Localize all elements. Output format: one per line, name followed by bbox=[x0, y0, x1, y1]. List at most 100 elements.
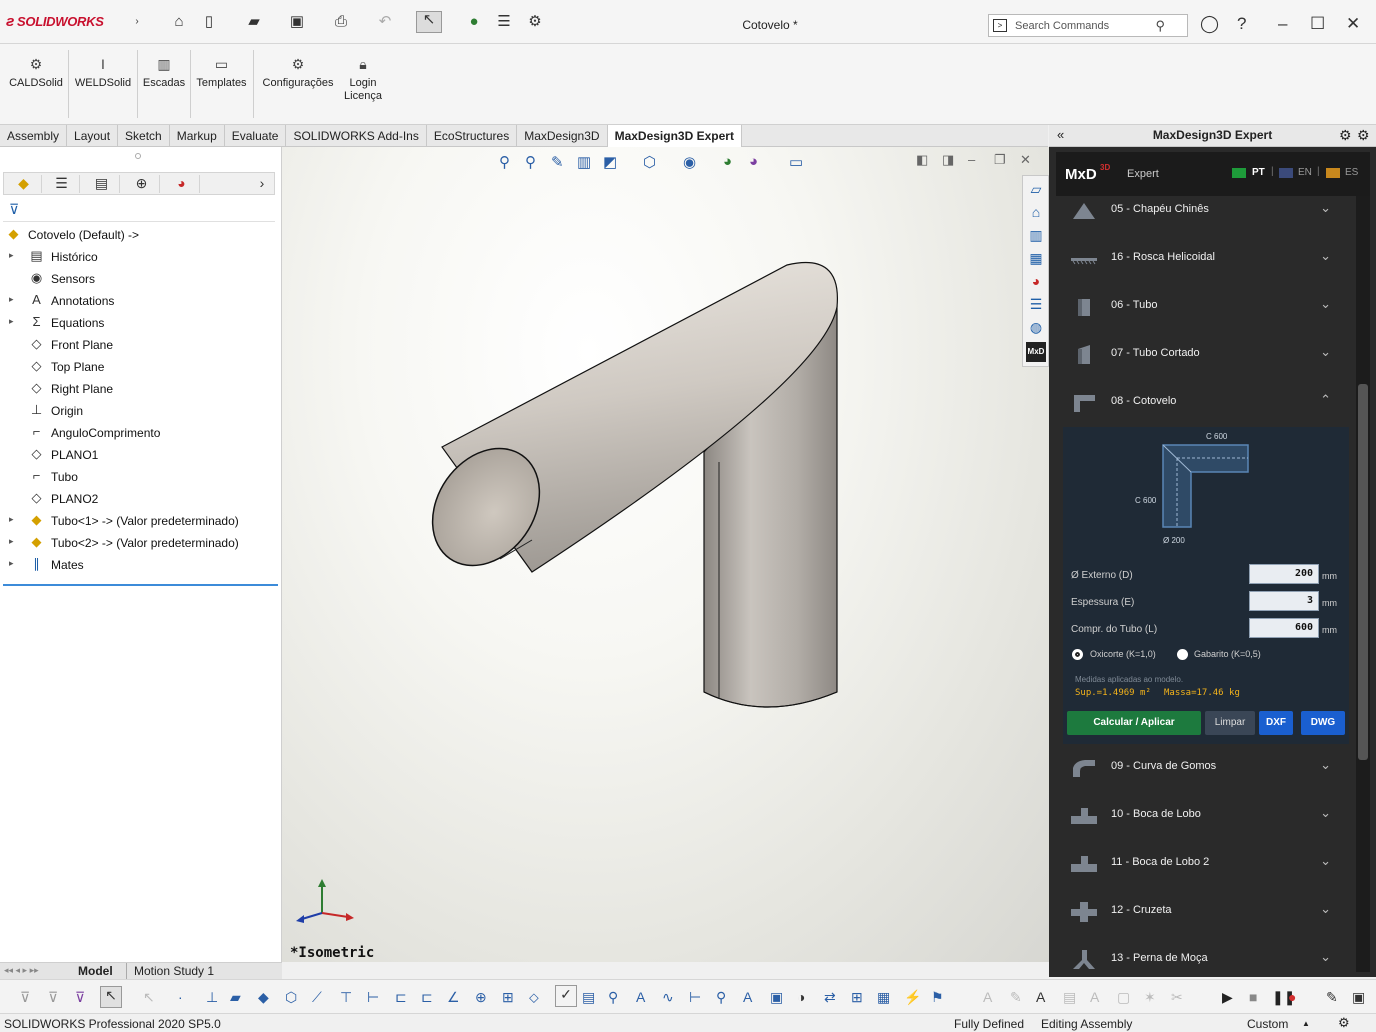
measure-icon[interactable]: ⊢ bbox=[689, 989, 701, 1006]
maxdesign3d-tab-icon[interactable]: MxD bbox=[1026, 342, 1046, 362]
tree-item[interactable]: ▸ ◆ Tubo<2> -> (Valor predeterminado) bbox=[0, 532, 276, 554]
stop-icon[interactable]: ■ bbox=[1249, 989, 1257, 1005]
scrollbar-thumb[interactable] bbox=[1358, 384, 1368, 760]
tree-item[interactable]: ▸ ◆ Tubo<1> -> (Valor predeterminado) bbox=[0, 510, 276, 532]
chevron-right-icon[interactable]: › bbox=[252, 175, 272, 193]
caldsolid-button[interactable]: ⚙ CALDSolid bbox=[8, 57, 64, 90]
home-icon[interactable]: ⌂ bbox=[1026, 202, 1046, 222]
templates-button[interactable]: ▭ Templates bbox=[194, 57, 249, 90]
units-arrow-icon[interactable]: ▲ bbox=[1302, 1019, 1310, 1028]
minimize-icon[interactable]: – bbox=[1278, 14, 1287, 34]
graphics-viewport[interactable]: ⚲ ⚲ ✎ ▥ ◩ ⬡ ◉ ◕ ◕ ▭ ◧ ◨ – ❐ ✕ bbox=[282, 147, 1049, 962]
select-icon[interactable]: ↖ bbox=[100, 986, 122, 1008]
layout-icon[interactable]: ⊞ bbox=[851, 989, 863, 1006]
brazil-flag-icon[interactable] bbox=[1232, 168, 1246, 178]
pane-settings-icon[interactable]: ⚙ bbox=[1339, 127, 1352, 144]
tree-item[interactable]: ◇ PLANO1 bbox=[0, 444, 276, 466]
tab-markup[interactable]: Markup bbox=[170, 125, 225, 147]
options-gear-icon[interactable]: ⚙ bbox=[526, 14, 544, 30]
dimension-icon[interactable]: ⊢ bbox=[367, 989, 379, 1006]
tab-sketch[interactable]: Sketch bbox=[118, 125, 170, 147]
accordion-item-cotovelo[interactable]: 08 - Cotovelo ⌃ bbox=[1063, 380, 1349, 426]
diameter-input[interactable]: 200 bbox=[1249, 564, 1319, 584]
tree-item[interactable]: ⌐ AnguloComprimento bbox=[0, 422, 276, 444]
plane-icon[interactable]: ▰ bbox=[230, 989, 241, 1006]
rebuild-status-icon[interactable]: ⚙ bbox=[1338, 1015, 1350, 1031]
tab-maxdesign3d-expert[interactable]: MaxDesign3D Expert bbox=[607, 125, 742, 147]
spain-flag-icon[interactable] bbox=[1326, 168, 1340, 178]
record-icon[interactable]: ● bbox=[1288, 989, 1296, 1005]
accordion-item[interactable]: 05 - Chapéu Chinês ⌄ bbox=[1063, 188, 1349, 234]
select-other-icon[interactable]: ↖ bbox=[143, 989, 155, 1006]
accordion-item[interactable]: 16 - Rosca Helicoidal ⌄ bbox=[1063, 236, 1349, 282]
tree-rollback-bar[interactable] bbox=[3, 584, 278, 586]
expand-arrow-icon[interactable]: ▸ bbox=[9, 316, 14, 327]
tree-item[interactable]: ◇ Top Plane bbox=[0, 356, 276, 378]
expand-arrow-icon[interactable]: ▸ bbox=[9, 514, 14, 525]
grid-icon[interactable]: ▦ bbox=[877, 989, 890, 1006]
length-input[interactable]: 600 bbox=[1249, 618, 1319, 638]
weldsolid-button[interactable]: I WELDSolid bbox=[72, 57, 134, 90]
tree-item[interactable]: ◉ Sensors bbox=[0, 268, 276, 290]
tree-item[interactable]: ◇ Right Plane bbox=[0, 378, 276, 400]
print-icon[interactable]: ⎙ bbox=[332, 14, 350, 30]
home-icon[interactable]: ⌂ bbox=[170, 14, 188, 30]
property-manager-tab-icon[interactable]: ☰ bbox=[44, 175, 80, 193]
accordion-item[interactable]: 10 - Boca de Lobo ⌄ bbox=[1063, 793, 1349, 839]
open-icon[interactable]: ▰ bbox=[245, 14, 263, 30]
curvature-icon[interactable]: ∿ bbox=[662, 989, 674, 1006]
lang-es[interactable]: ES bbox=[1345, 167, 1358, 178]
balloon-disabled-icon[interactable]: ▢ bbox=[1117, 989, 1130, 1006]
fit-icon[interactable]: ⚲ bbox=[716, 989, 726, 1006]
accordion-item[interactable]: 13 - Perna de Moça ⌄ bbox=[1063, 937, 1349, 983]
annotation-icon[interactable]: A bbox=[636, 989, 645, 1005]
stack-disabled-icon[interactable]: ✶ bbox=[1144, 989, 1156, 1006]
text-disabled-icon[interactable]: A bbox=[983, 989, 992, 1005]
radio-gabarito[interactable] bbox=[1177, 649, 1188, 660]
tab-ecostructures[interactable]: EcoStructures bbox=[427, 125, 518, 147]
accordion-item[interactable]: 06 - Tubo ⌄ bbox=[1063, 284, 1349, 330]
vertex-icon[interactable]: ⊤ bbox=[340, 989, 352, 1006]
tree-item[interactable]: ◇ Front Plane bbox=[0, 334, 276, 356]
sketch-point-icon[interactable]: ⊏ bbox=[421, 989, 433, 1006]
elbow-3d-model[interactable] bbox=[282, 147, 1049, 962]
expand-arrow-icon[interactable]: ▸ bbox=[9, 558, 14, 569]
sketch-segment-icon[interactable]: ⊏ bbox=[395, 989, 407, 1006]
chevron-up-icon[interactable]: ⌃ bbox=[1320, 392, 1331, 408]
edge-icon[interactable]: ⟋ bbox=[312, 989, 322, 1006]
chevron-down-icon[interactable]: ⌄ bbox=[1320, 757, 1331, 773]
face-icon[interactable]: ◆ bbox=[258, 989, 269, 1006]
save-icon[interactable]: ▣ bbox=[288, 14, 306, 30]
configuration-manager-tab-icon[interactable]: ▤ bbox=[84, 175, 120, 193]
search-commands-box[interactable]: > Search Commands ⚲ bbox=[988, 14, 1188, 37]
tab-assembly[interactable]: Assembly bbox=[0, 125, 68, 147]
undo-icon[interactable]: ↶ bbox=[376, 14, 394, 30]
solidworks-logo[interactable]: ƨ SOLIDWORKS bbox=[6, 13, 104, 30]
dimension-disabled-icon[interactable]: A bbox=[1090, 989, 1099, 1005]
chevron-down-icon[interactable]: ⌄ bbox=[1320, 949, 1331, 965]
select-icon[interactable]: ↖ bbox=[416, 11, 442, 33]
filter-toggle-icon[interactable]: ⊽ bbox=[48, 989, 58, 1006]
tangent-icon[interactable]: ∠ bbox=[447, 989, 460, 1006]
accordion-item[interactable]: 07 - Tubo Cortado ⌄ bbox=[1063, 332, 1349, 378]
pane-scrollbar[interactable] bbox=[1356, 196, 1370, 972]
split-icon[interactable]: ⇄ bbox=[824, 989, 836, 1006]
configuracoes-button[interactable]: ⚙ Configurações bbox=[258, 57, 338, 90]
sensor-icon[interactable]: ⚡ bbox=[904, 989, 921, 1006]
tree-item[interactable]: ▸ ▤ Histórico bbox=[0, 246, 276, 268]
zoom-icon[interactable]: ⚲ bbox=[608, 989, 618, 1006]
chevron-down-icon[interactable]: ⌄ bbox=[1320, 248, 1331, 264]
filter-icon[interactable]: ⊽ bbox=[9, 201, 19, 218]
view-labels-icon[interactable]: ▤ bbox=[582, 989, 595, 1006]
export-icon[interactable]: ✎ bbox=[1326, 989, 1338, 1006]
chevron-down-icon[interactable]: ⌄ bbox=[1320, 853, 1331, 869]
chevron-right-icon[interactable]: › bbox=[128, 14, 146, 30]
origin-icon[interactable]: ⊕ bbox=[475, 989, 487, 1006]
filter-icon[interactable]: ⊽ bbox=[20, 989, 30, 1006]
link-disabled-icon[interactable]: ✎ bbox=[1010, 989, 1022, 1006]
file-properties-icon[interactable]: ☰ bbox=[495, 14, 513, 30]
radio-oxicorte[interactable] bbox=[1072, 649, 1083, 660]
tab-model[interactable]: Model bbox=[78, 964, 113, 978]
pane-pin-icon[interactable]: ⚙ bbox=[1357, 127, 1370, 144]
chevron-down-icon[interactable]: ⌄ bbox=[1320, 200, 1331, 216]
